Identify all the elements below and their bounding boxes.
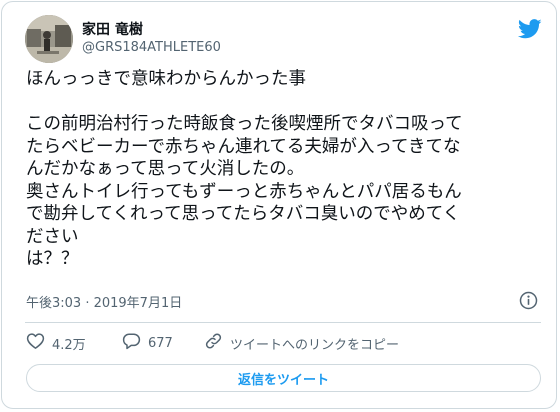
info-circle-icon[interactable]	[519, 291, 538, 310]
tweet-text-line: この前明治村行った時飯食った後喫煙所でタバコ吸って	[26, 114, 463, 134]
author-handle[interactable]: @GRS184ATHLETE60	[82, 40, 221, 55]
tweet-text-line: ほんっっきで意味わからんかった事	[26, 69, 306, 89]
avatar[interactable]	[25, 15, 73, 63]
tweet-text-line	[26, 91, 541, 114]
link-icon	[204, 332, 223, 354]
copy-link-button[interactable]: ツイートへのリンクをコピー	[204, 332, 399, 354]
tweet-text: ほんっっきで意味わからんかった事 この前明治村行った時飯食った後喫煙所でタバコ吸…	[26, 68, 541, 271]
divider	[25, 322, 541, 323]
tweet-text-line: たらベビーカーで赤ちゃん連れてる夫婦が入ってきてな	[26, 136, 461, 157]
reply-count-button[interactable]: 677	[122, 332, 173, 354]
like-count: 4.2万	[52, 337, 86, 353]
twitter-bird-icon[interactable]	[517, 19, 542, 39]
tweet-text-line: で勘弁してくれって思ってたらタバコ臭いのでやめてく	[26, 204, 461, 224]
reply-count: 677	[148, 335, 173, 351]
tweet-text-line: ださい	[26, 226, 79, 247]
reply-tweet-button[interactable]: 返信をツイート	[26, 364, 541, 392]
like-button[interactable]: 4.2万	[26, 332, 86, 354]
tweet-text-line: んだかなぁって思って火消したの。	[26, 159, 305, 179]
speech-bubble-icon	[122, 332, 141, 354]
tweet-text-line: は？？	[26, 249, 79, 269]
heart-icon	[26, 332, 45, 354]
tweet-timestamp[interactable]: 午後3:03 · 2019年7月1日	[26, 292, 182, 311]
tweet-card: 家田 竜樹 @GRS184ATHLETE60 ほんっっきで意味わからんかった事 …	[1, 1, 557, 409]
tweet-text-line: 奥さんトイレ行ってもずーっと赤ちゃんとパパ居るもん	[26, 181, 462, 202]
author-display-name[interactable]: 家田 竜樹	[82, 19, 143, 39]
copy-link-label: ツイートへのリンクをコピー	[230, 337, 400, 353]
